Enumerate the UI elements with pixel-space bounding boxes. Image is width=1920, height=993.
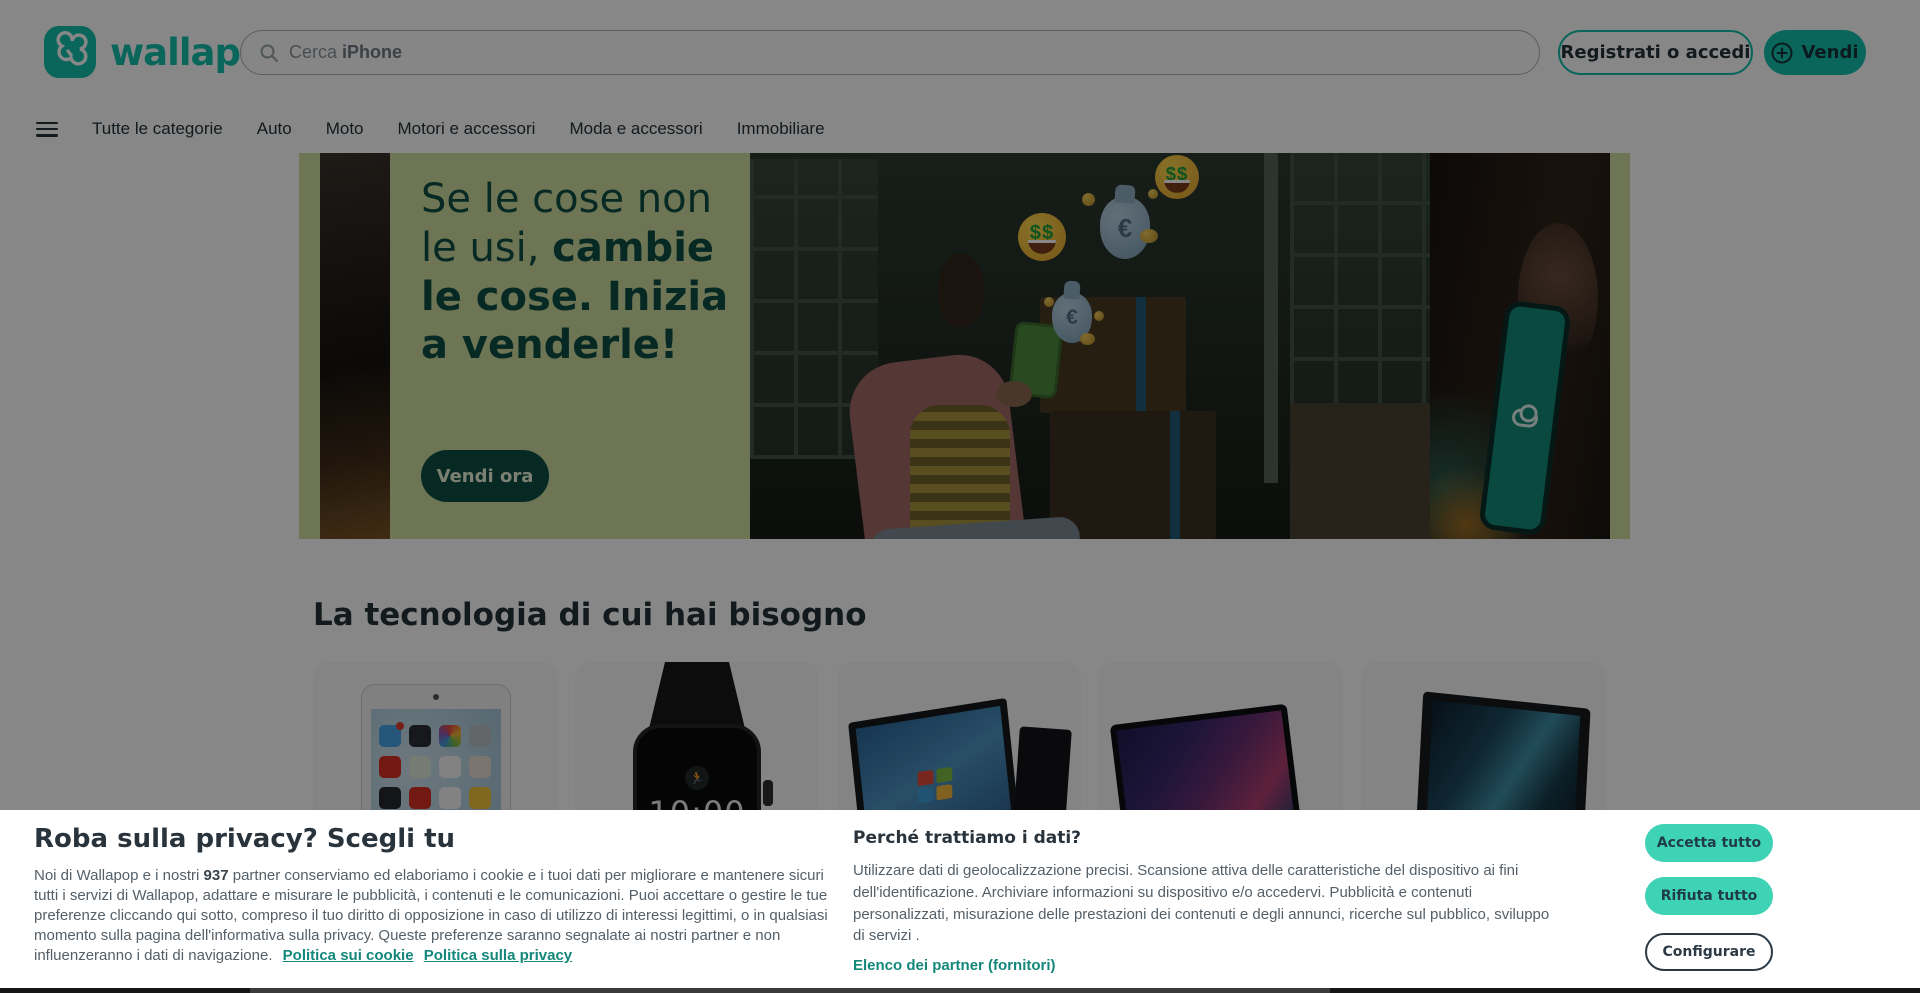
reject-all-button[interactable]: Rifiuta tutto [1645, 877, 1773, 915]
page: wallapop Cerca iPhone Registrati o acced… [0, 0, 1920, 993]
privacy-policy-link[interactable]: Politica sulla privacy [424, 947, 572, 964]
cookie-why-body: Utilizzare dati di geolocalizzazione pre… [853, 860, 1553, 947]
cookie-why-title: Perché trattiamo i dati? [853, 828, 1553, 848]
cookie-body: Noi di Wallapop e i nostri 937 partner c… [34, 866, 834, 966]
cookie-main-column: Roba sulla privacy? Scegli tu Noi di Wal… [34, 824, 834, 966]
cookie-why-column: Perché trattiamo i dati? Utilizzare dati… [853, 828, 1553, 975]
cookie-title: Roba sulla privacy? Scegli tu [34, 824, 834, 854]
partners-list-link[interactable]: Elenco dei partner (fornitori) [853, 957, 1056, 974]
configure-button[interactable]: Configurare [1645, 933, 1773, 971]
cookie-policy-link[interactable]: Politica sui cookie [283, 947, 414, 964]
accept-all-button[interactable]: Accetta tutto [1645, 824, 1773, 862]
cookie-consent-banner: Roba sulla privacy? Scegli tu Noi di Wal… [0, 810, 1920, 988]
partners-count: 937 [204, 867, 229, 884]
